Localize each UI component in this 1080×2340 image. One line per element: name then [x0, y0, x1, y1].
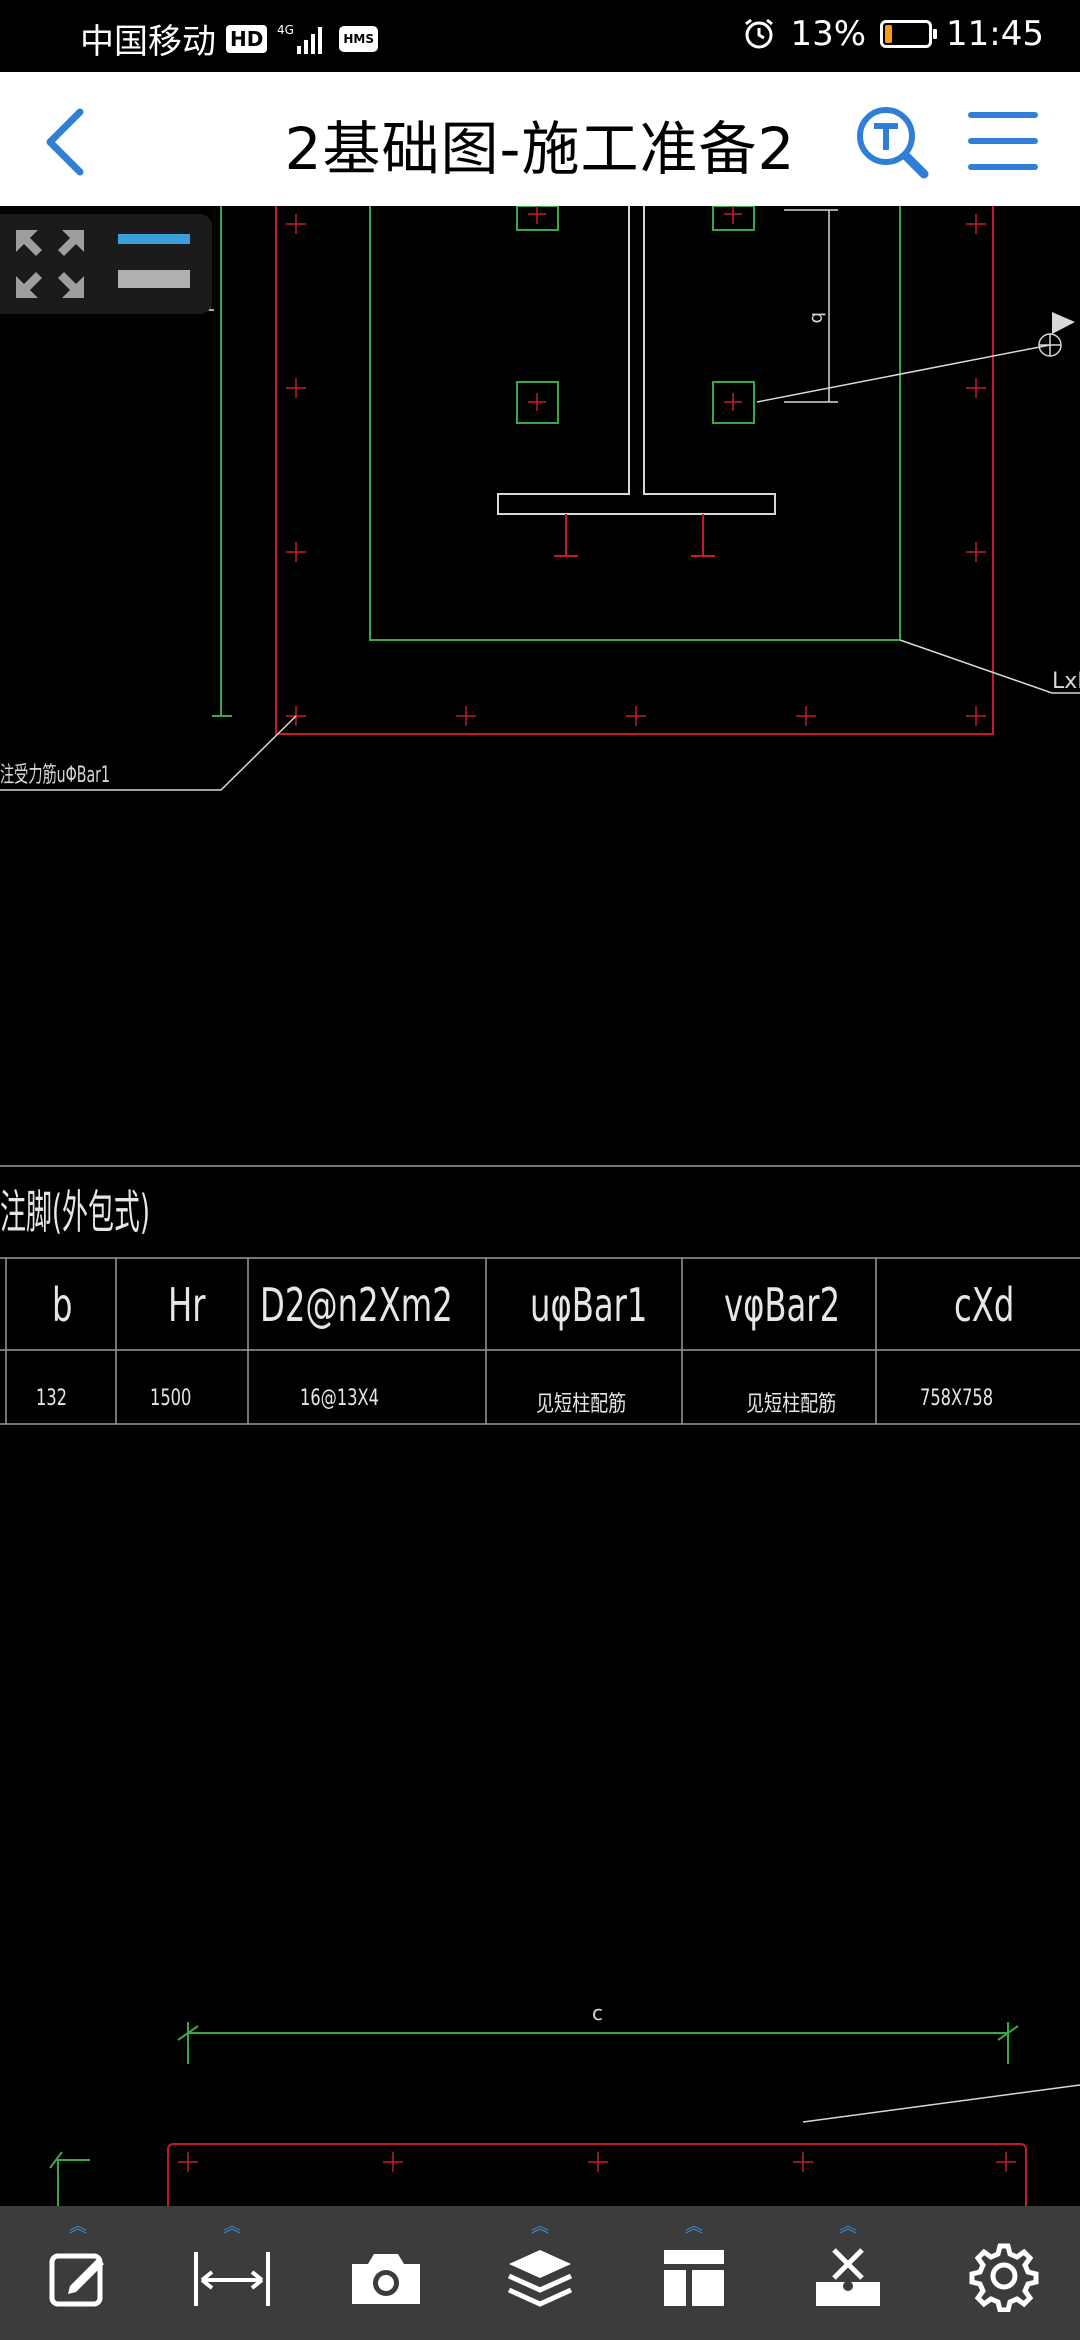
status-right: 13% 11:45 — [742, 14, 1044, 54]
table-header-b: b — [52, 1278, 73, 1332]
expand-up-icon: ︽ — [839, 2216, 857, 2237]
toolbar-camera-button[interactable] — [326, 2206, 446, 2340]
table-header-cxd: cXd — [954, 1278, 1015, 1332]
measure-icon — [194, 2252, 270, 2306]
svg-text:c: c — [592, 2001, 603, 2025]
cad-drawing: b d 注受力筋uΦBar1 LxB 注脚(外包式) — [0, 206, 1080, 2206]
layout-icon — [664, 2250, 724, 2306]
camera-icon — [352, 2254, 420, 2304]
toolbar-settings-button[interactable] — [944, 2206, 1064, 2340]
signal-icon: 4G — [277, 23, 323, 54]
toolbar-edit-button[interactable]: ︽ — [18, 2206, 138, 2340]
settings-gear-icon — [969, 2243, 1039, 2312]
layers-icon — [507, 2250, 573, 2307]
expand-up-icon: ︽ — [223, 2216, 241, 2237]
line-style-toggle-icon[interactable] — [116, 230, 194, 294]
alarm-icon — [745, 18, 774, 49]
toolbar-layout-button[interactable]: ︽ — [634, 2206, 754, 2340]
status-left: 中国移动 HD 4G HMS — [80, 14, 378, 63]
svg-text:注脚(外包式): 注脚(外包式) — [0, 1185, 150, 1239]
drawing-canvas[interactable]: b d 注受力筋uΦBar1 LxB 注脚(外包式) — [0, 206, 1080, 2206]
expand-up-icon: ︽ — [69, 2216, 87, 2237]
table-header-hr: Hr — [168, 1278, 206, 1332]
svg-text:注受力筋uΦBar1: 注受力筋uΦBar1 — [0, 763, 110, 788]
toolbox-icon — [816, 2248, 880, 2306]
text-search-icon[interactable] — [852, 102, 932, 182]
table-cell-cxd: 758X758 — [920, 1386, 994, 1411]
expand-up-icon: ︽ — [685, 2216, 703, 2237]
edit-icon — [49, 2253, 104, 2307]
table-cell-d2: 16@13X4 — [300, 1386, 379, 1411]
svg-text:b: b — [807, 312, 828, 323]
table-header-ubar1: uφBar1 — [530, 1278, 648, 1332]
expand-up-icon: ︽ — [531, 2216, 549, 2237]
svg-text:4G: 4G — [277, 23, 294, 37]
table-header-d2: D2@n2Xm2 — [260, 1278, 453, 1332]
bottom-toolbar: ︽ ︽ ︽ ︽ ︽ — [0, 2206, 1080, 2340]
toolbar-layers-button[interactable]: ︽ — [480, 2206, 600, 2340]
table-cell-b: 132 — [36, 1386, 67, 1411]
view-control-panel — [0, 214, 212, 314]
hd-badge: HD — [226, 24, 268, 53]
title-bar: 2基础图-施工准备2 — [0, 72, 1080, 206]
table-cell-hr: 1500 — [150, 1386, 192, 1411]
menu-icon[interactable] — [964, 106, 1042, 176]
status-bar: 中国移动 HD 4G HMS 13% 11:45 — [0, 0, 1080, 72]
svg-text:LxB: LxB — [1052, 669, 1080, 694]
hms-badge: HMS — [339, 25, 378, 52]
toolbar-measure-button[interactable]: ︽ — [172, 2206, 292, 2340]
table-cell-vbar2: 见短柱配筋 — [746, 1392, 837, 1417]
fullscreen-icon[interactable] — [10, 224, 90, 304]
table-cell-ubar1: 见短柱配筋 — [536, 1392, 627, 1417]
battery-percent: 13% — [790, 14, 867, 54]
clock: 11:45 — [946, 14, 1044, 54]
battery-icon — [880, 20, 938, 48]
table-header-vbar2: vφBar2 — [724, 1278, 841, 1332]
toolbar-tools-button[interactable]: ︽ — [788, 2206, 908, 2340]
carrier-label: 中国移动 — [80, 22, 216, 62]
